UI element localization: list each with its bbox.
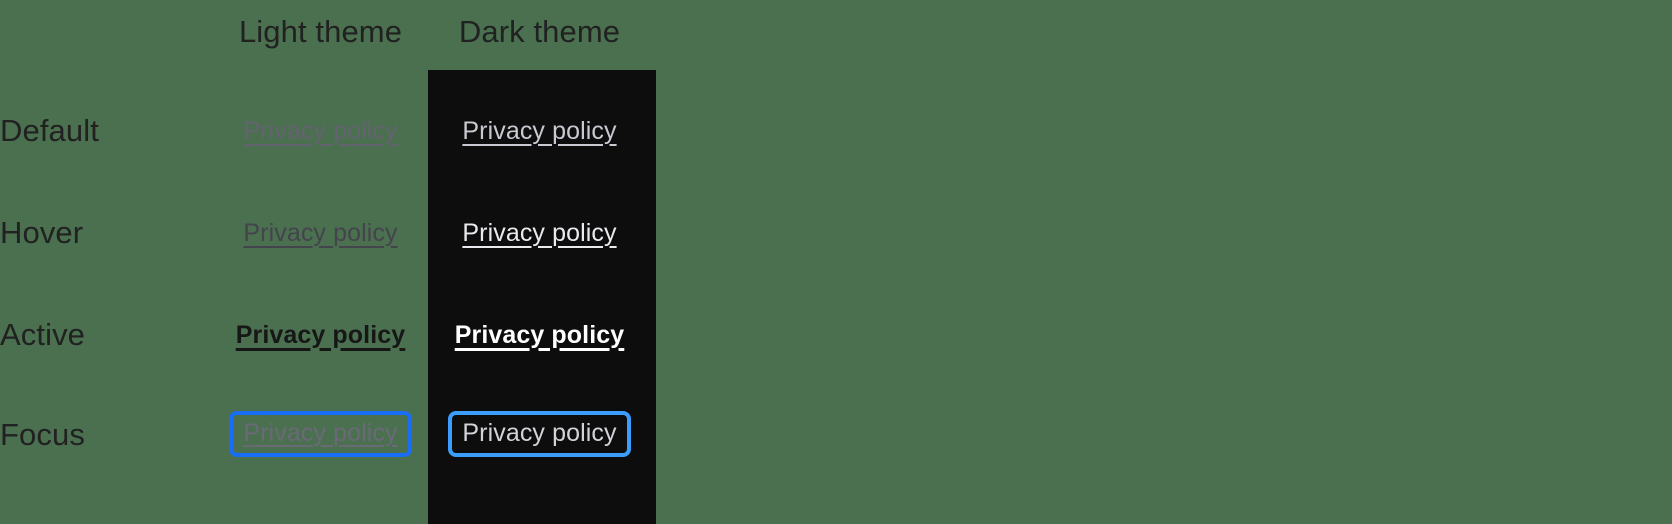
link-privacy-policy-hover-dark[interactable]: Privacy policy <box>462 219 616 248</box>
row-label-hover: Hover <box>0 215 84 250</box>
link-privacy-policy-default-dark[interactable]: Privacy policy <box>462 117 616 146</box>
link-privacy-policy-active-dark[interactable]: Privacy policy <box>455 321 625 350</box>
column-header-dark-theme: Dark theme <box>458 14 621 49</box>
row-label-focus: Focus <box>0 417 85 452</box>
link-privacy-policy-focus-light[interactable]: Privacy policy <box>229 410 412 458</box>
link-privacy-policy-active-light[interactable]: Privacy policy <box>236 321 406 350</box>
row-label-default: Default <box>0 113 99 148</box>
cell-active-dark: Privacy policy <box>437 305 642 365</box>
cell-active-light: Privacy policy <box>218 305 423 365</box>
cell-hover-dark: Privacy policy <box>437 203 642 263</box>
cell-focus-light: Privacy policy <box>218 404 423 464</box>
cell-hover-light: Privacy policy <box>218 203 423 263</box>
cell-focus-dark: Privacy policy <box>437 404 642 464</box>
link-privacy-policy-default-light[interactable]: Privacy policy <box>243 117 397 146</box>
link-privacy-policy-hover-light[interactable]: Privacy policy <box>243 219 397 248</box>
row-label-active: Active <box>0 317 86 352</box>
link-privacy-policy-focus-dark[interactable]: Privacy policy <box>448 410 631 458</box>
column-header-light-theme: Light theme <box>238 14 403 49</box>
cell-default-dark: Privacy policy <box>437 101 642 161</box>
cell-default-light: Privacy policy <box>218 101 423 161</box>
link-states-specimen-board: Light theme Dark theme Default Privacy p… <box>0 0 1672 524</box>
